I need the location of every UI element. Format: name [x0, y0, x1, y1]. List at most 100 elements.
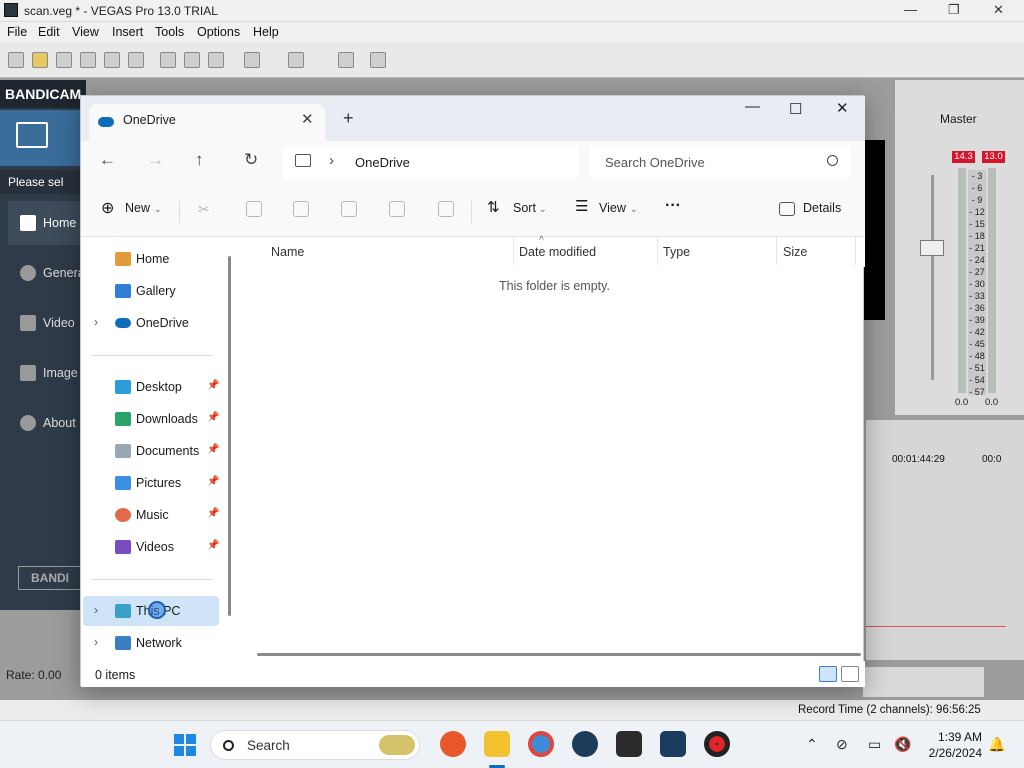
column-date-modified[interactable]: Date modified: [519, 245, 596, 259]
nav-item-gallery[interactable]: Gallery: [83, 276, 219, 306]
chevron-right-icon[interactable]: ›: [94, 315, 98, 329]
column-divider[interactable]: [657, 237, 658, 265]
chevron-right-icon[interactable]: ›: [94, 635, 98, 649]
tiles-view-icon[interactable]: [841, 666, 859, 682]
bandicam-record-icon[interactable]: [704, 731, 730, 757]
nav-item-downloads[interactable]: Downloads 📌: [83, 404, 219, 434]
column-name[interactable]: Name: [271, 245, 304, 259]
column-size[interactable]: Size: [783, 245, 807, 259]
forward-icon[interactable]: →: [147, 150, 164, 170]
notification-bell-icon[interactable]: 🔔: [988, 736, 1005, 753]
close-tab-icon[interactable]: ✕: [301, 110, 314, 128]
render-icon[interactable]: [104, 52, 120, 68]
vegas-pro-icon[interactable]: [660, 731, 686, 757]
redo-icon[interactable]: [288, 52, 304, 68]
restore-icon[interactable]: ❐: [948, 2, 960, 18]
chrome-icon[interactable]: [528, 731, 554, 757]
paste-icon[interactable]: [208, 52, 224, 68]
nav-item-documents[interactable]: Documents 📌: [83, 436, 219, 466]
nav-item-home[interactable]: Home: [83, 244, 219, 274]
up-icon[interactable]: ↑: [195, 150, 204, 170]
pin-icon[interactable]: 📌: [207, 380, 219, 391]
copy-icon[interactable]: [246, 201, 262, 217]
column-divider[interactable]: [855, 237, 856, 265]
details-view-icon[interactable]: [819, 666, 837, 682]
video-editor-icon[interactable]: [616, 731, 642, 757]
save-icon[interactable]: [56, 52, 72, 68]
pin-icon[interactable]: 📌: [207, 540, 219, 551]
properties-icon[interactable]: [128, 52, 144, 68]
column-divider[interactable]: [776, 237, 777, 265]
close-icon[interactable]: ✕: [993, 2, 1004, 18]
bandicam-logo-button[interactable]: BANDI: [18, 566, 86, 590]
bandicam-nav-video[interactable]: Video: [8, 301, 86, 345]
bandicam-nav-home[interactable]: Home: [8, 201, 86, 245]
file-explorer-icon[interactable]: [484, 731, 510, 757]
undo-icon[interactable]: [244, 52, 260, 68]
pin-tool-icon[interactable]: [370, 52, 386, 68]
network-status-icon[interactable]: ⊘: [836, 736, 848, 753]
copy-icon[interactable]: [184, 52, 200, 68]
view-button[interactable]: View: [599, 201, 626, 215]
close-icon[interactable]: ✕: [836, 99, 849, 117]
master-fader-knob[interactable]: [920, 240, 944, 256]
refresh-icon[interactable]: ↻: [244, 150, 258, 170]
display-icon[interactable]: ▭: [868, 736, 881, 753]
menu-options[interactable]: Options: [197, 25, 240, 39]
bandicam-nav-general[interactable]: Genera: [8, 251, 86, 295]
cut-icon[interactable]: ✂: [198, 201, 214, 217]
chevron-right-icon[interactable]: ›: [94, 603, 98, 617]
sort-button[interactable]: Sort: [513, 201, 536, 215]
file-list-scrollbar[interactable]: [257, 653, 861, 656]
taskbar-search[interactable]: Search: [210, 730, 420, 760]
pin-icon[interactable]: 📌: [207, 444, 219, 455]
bandicam-nav-image[interactable]: Image: [8, 351, 86, 395]
firefox-icon[interactable]: [440, 731, 466, 757]
pin-icon[interactable]: 📌: [207, 508, 219, 519]
nav-item-music[interactable]: Music 📌: [83, 500, 219, 530]
delete-icon[interactable]: [438, 201, 454, 217]
nav-item-pictures[interactable]: Pictures 📌: [83, 468, 219, 498]
menu-edit[interactable]: Edit: [38, 25, 60, 39]
menu-tools[interactable]: Tools: [155, 25, 184, 39]
column-divider[interactable]: [513, 237, 514, 265]
menu-insert[interactable]: Insert: [112, 25, 143, 39]
open-folder-icon[interactable]: [32, 52, 48, 68]
share-icon[interactable]: [389, 201, 405, 217]
nav-item-desktop[interactable]: Desktop 📌: [83, 372, 219, 402]
new-file-icon[interactable]: [8, 52, 24, 68]
menu-help[interactable]: Help: [253, 25, 279, 39]
pin-icon[interactable]: 📌: [207, 412, 219, 423]
menu-view[interactable]: View: [72, 25, 99, 39]
chevron-right-icon[interactable]: ›: [329, 152, 334, 169]
pin-icon[interactable]: 📌: [207, 476, 219, 487]
new-button[interactable]: New: [125, 201, 150, 215]
screen-record-mode-button[interactable]: [0, 110, 86, 166]
paste-icon[interactable]: [293, 201, 309, 217]
details-button[interactable]: Details: [803, 201, 841, 215]
more-options-icon[interactable]: ···: [665, 197, 681, 215]
new-tab-icon[interactable]: +: [343, 108, 354, 129]
chevron-up-icon[interactable]: ⌃: [806, 736, 818, 753]
nav-item-network[interactable]: › Network: [83, 628, 219, 658]
minimize-icon[interactable]: —: [745, 98, 760, 115]
nav-pane-scrollbar[interactable]: [228, 256, 231, 616]
volume-icon[interactable]: 🔇: [894, 736, 911, 753]
media-player-icon[interactable]: [572, 731, 598, 757]
nav-item-videos[interactable]: Videos 📌: [83, 532, 219, 562]
brush-icon[interactable]: [338, 52, 354, 68]
start-button[interactable]: [174, 734, 196, 756]
cut-icon[interactable]: [160, 52, 176, 68]
rename-icon[interactable]: [341, 201, 357, 217]
back-icon[interactable]: ←: [99, 150, 116, 170]
maximize-icon[interactable]: ☐: [789, 100, 802, 118]
search-box[interactable]: Search OneDrive: [589, 145, 851, 179]
nav-item-onedrive[interactable]: › OneDrive: [83, 308, 219, 338]
bandicam-nav-about[interactable]: About: [8, 401, 86, 445]
tab-onedrive[interactable]: OneDrive ✕: [89, 104, 325, 141]
save-as-icon[interactable]: [80, 52, 96, 68]
address-bar[interactable]: › OneDrive: [283, 145, 579, 179]
clock[interactable]: 1:39 AM 2/26/2024: [914, 729, 982, 761]
minimize-icon[interactable]: —: [904, 2, 917, 17]
column-type[interactable]: Type: [663, 245, 690, 259]
